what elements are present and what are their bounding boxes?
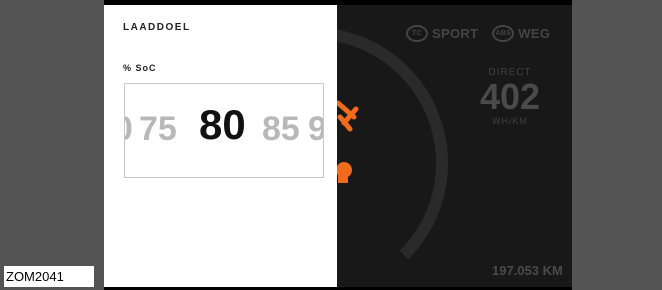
dashboard-screen: TC SPORT ABS WEG DIRECT 402 WH/KM 197.05… [104,5,572,287]
direct-unit: WH/KM [492,116,528,126]
mode-sport-label: SPORT [432,26,479,41]
picker-option[interactable]: 90 [308,104,323,154]
odometer: 197.053 KM [492,263,563,278]
picker-option[interactable]: 75 [139,104,177,154]
picker-option[interactable]: 70 [125,104,133,154]
picker-option[interactable]: 85 [262,104,300,154]
riding-modes: TC SPORT ABS WEG [406,25,550,42]
charge-target-picker[interactable]: 70 75 80 85 90 [124,83,324,178]
traction-control-icon: TC [406,25,428,42]
mode-road-label: WEG [518,26,551,41]
soc-unit-label: % SoC [123,63,157,73]
charging-plug-icon [335,100,359,132]
figure-id-label: ZOM2041 [4,266,94,287]
panel-title: LAADDOEL [123,22,191,33]
battery-warning-icon [336,162,352,183]
device-bezel-right [572,0,662,290]
abs-icon: ABS [492,25,515,42]
efficiency-readout: DIRECT 402 WH/KM [480,67,540,126]
direct-value: 402 [480,76,541,117]
picker-option-selected[interactable]: 80 [199,100,246,150]
charge-target-panel: LAADDOEL % SoC 70 75 80 85 90 [104,5,337,287]
mode-road: ABS WEG [492,25,550,42]
mode-sport: TC SPORT [406,25,478,42]
picker-track: 70 75 80 85 90 [125,84,323,177]
device-bezel-left [0,0,104,290]
